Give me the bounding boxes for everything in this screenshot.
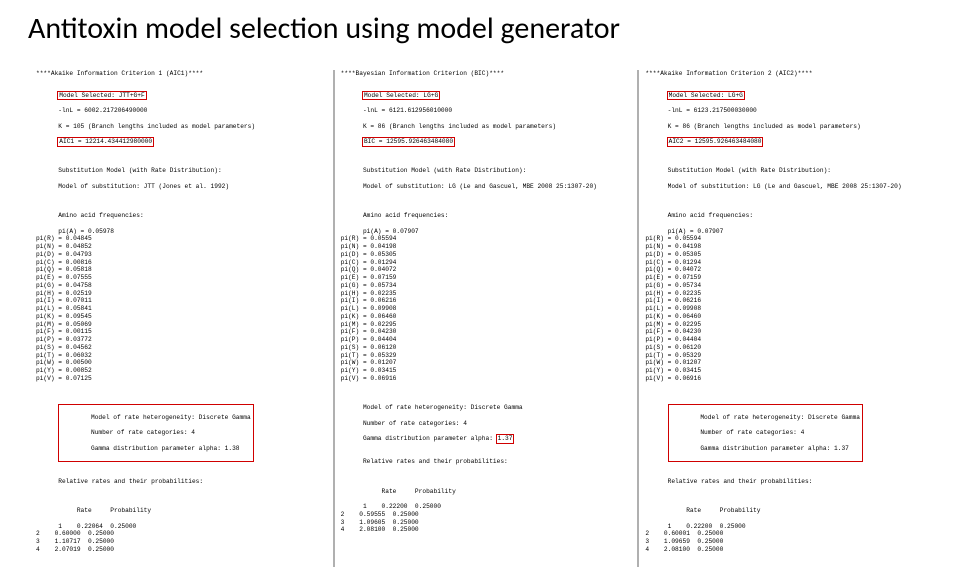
subst-header: Substitution Model (with Rate Distributi… — [363, 167, 526, 174]
model-block: Model Selected: LG+G -lnL = 6121.6129560… — [341, 84, 632, 154]
subst-detail: Model of substitution: JTT (Jones et al.… — [58, 183, 229, 190]
rates-table: Rate Probability 1 0.22200 0.25000 2 0.6… — [645, 499, 936, 561]
rates-table: Rate Probability 1 0.22064 0.25000 2 0.6… — [36, 499, 327, 561]
freq-list: pi(A) = 0.07907 pi(R) = 0.05594 pi(N) = … — [645, 228, 723, 382]
selected-model: Model Selected: LG+G — [667, 91, 745, 101]
rate-block: Model of rate heterogeneity: Discrete Ga… — [36, 396, 327, 493]
bic-value: BIC = 12595.926463484080 — [362, 137, 455, 147]
freq-header: Amino acid frequencies: — [363, 212, 448, 219]
freq-block: Amino acid frequencies: pi(A) = 0.07907 … — [341, 204, 632, 390]
gamma-alpha: Gamma distribution parameter alpha: 1.38 — [91, 445, 240, 452]
lnL: -lnL = 6002.217206490000 — [58, 107, 147, 114]
rate-block: Model of rate heterogeneity: Discrete Ga… — [645, 396, 936, 493]
rate-block: Model of rate heterogeneity: Discrete Ga… — [341, 396, 632, 474]
selected-model: Model Selected: JTT+G+F — [57, 91, 146, 101]
page-title: Antitoxin model selection using model ge… — [28, 10, 620, 47]
subst-block: Substitution Model (with Rate Distributi… — [36, 160, 327, 199]
panel-aic1: ****Akaike Information Criterion 1 (AIC1… — [30, 70, 333, 567]
gamma-block: Model of rate heterogeneity: Discrete Ga… — [668, 404, 863, 462]
panel-row: ****Akaike Information Criterion 1 (AIC1… — [30, 70, 942, 567]
aic-value: AIC1 = 12214.434412980000 — [57, 137, 154, 147]
criterion-header: ****Akaike Information Criterion 2 (AIC2… — [645, 70, 936, 78]
rate-model-header: Model of rate heterogeneity: Discrete Ga… — [363, 404, 523, 411]
rel-rates-header: Relative rates and their probabilities: — [668, 478, 813, 485]
freq-header: Amino acid frequencies: — [58, 212, 143, 219]
model-block: Model Selected: LG+G -lnL = 6123.2175000… — [645, 84, 936, 154]
K: K = 86 (Branch lengths included as model… — [668, 123, 861, 130]
gamma-alpha-line: Gamma distribution parameter alpha: 1.37 — [363, 435, 514, 442]
subst-block: Substitution Model (with Rate Distributi… — [341, 160, 632, 199]
K: K = 105 (Branch lengths included as mode… — [58, 123, 255, 130]
rates-rows: 1 0.22064 0.25000 2 0.60000 0.25000 3 1.… — [36, 523, 136, 553]
subst-header: Substitution Model (with Rate Distributi… — [58, 167, 221, 174]
panel-aic2: ****Akaike Information Criterion 2 (AIC2… — [637, 70, 942, 567]
model-block: Model Selected: JTT+G+F -lnL = 6002.2172… — [36, 84, 327, 154]
lnL: -lnL = 6121.612956010000 — [363, 107, 452, 114]
criterion-header: ****Akaike Information Criterion 1 (AIC1… — [36, 70, 327, 78]
rate-categories: Number of rate categories: 4 — [700, 429, 804, 436]
gamma-alpha: Gamma distribution parameter alpha: 1.37 — [700, 445, 849, 452]
freq-list: pi(A) = 0.07907 pi(R) = 0.05594 pi(N) = … — [341, 228, 419, 382]
lnL: -lnL = 6123.217500030000 — [668, 107, 757, 114]
gamma-alpha-value: 1.37 — [496, 434, 515, 444]
rel-rates-header: Relative rates and their probabilities: — [58, 478, 203, 485]
freq-header: Amino acid frequencies: — [668, 212, 753, 219]
rates-rows: 1 0.22200 0.25000 2 0.59555 0.25000 3 1.… — [341, 503, 441, 533]
subst-block: Substitution Model (with Rate Distributi… — [645, 160, 936, 199]
rate-model-header: Model of rate heterogeneity: Discrete Ga… — [700, 414, 860, 421]
subst-detail: Model of substitution: LG (Le and Gascue… — [363, 183, 597, 190]
rate-categories: Number of rate categories: 4 — [363, 420, 467, 427]
rates-table-header: Rate Probability — [363, 488, 456, 495]
panel-bic: ****Bayesian Information Criterion (BIC)… — [333, 70, 638, 567]
rates-table: Rate Probability 1 0.22200 0.25000 2 0.5… — [341, 480, 632, 542]
rel-rates-header: Relative rates and their probabilities: — [363, 458, 508, 465]
subst-header: Substitution Model (with Rate Distributi… — [668, 167, 831, 174]
freq-list: pi(A) = 0.05978 pi(R) = 0.04845 pi(N) = … — [36, 228, 114, 382]
rates-table-header: Rate Probability — [58, 507, 151, 514]
subst-detail: Model of substitution: LG (Le and Gascue… — [668, 183, 902, 190]
gamma-block: Model of rate heterogeneity: Discrete Ga… — [58, 404, 253, 462]
aic2-value: AIC2 = 12595.926463484080 — [667, 137, 764, 147]
criterion-header: ****Bayesian Information Criterion (BIC)… — [341, 70, 632, 78]
K: K = 86 (Branch lengths included as model… — [363, 123, 556, 130]
rates-table-header: Rate Probability — [668, 507, 761, 514]
rate-categories: Number of rate categories: 4 — [91, 429, 195, 436]
freq-block: Amino acid frequencies: pi(A) = 0.05978 … — [36, 204, 327, 390]
selected-model: Model Selected: LG+G — [362, 91, 440, 101]
freq-block: Amino acid frequencies: pi(A) = 0.07907 … — [645, 204, 936, 390]
rates-rows: 1 0.22200 0.25000 2 0.60001 0.25000 3 1.… — [645, 523, 745, 553]
rate-model-header: Model of rate heterogeneity: Discrete Ga… — [91, 414, 251, 421]
